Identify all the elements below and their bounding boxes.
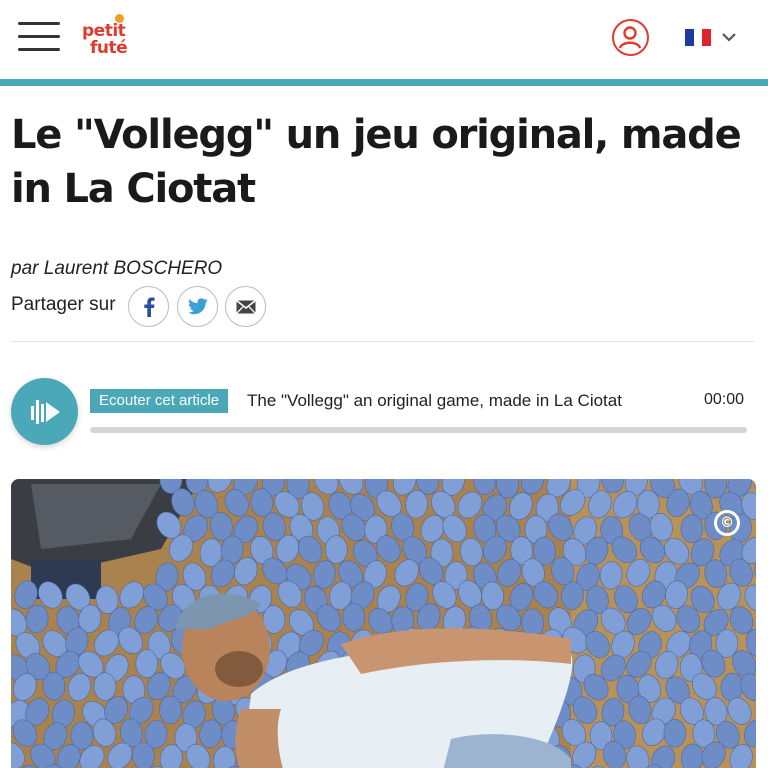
audio-wave-play-icon [30,399,60,424]
audio-timestamp: 00:00 [704,391,745,408]
share-twitter-button[interactable] [177,286,218,327]
email-icon [235,299,256,314]
hamburger-menu-icon[interactable] [18,22,60,52]
photo-egg [135,649,159,678]
french-flag-icon [685,29,712,46]
header-accent-bar [0,79,768,86]
audio-progress-bar[interactable] [90,427,747,433]
facebook-icon [143,297,155,317]
photo-egg [159,695,182,725]
petit-fute-logo[interactable]: petit futé [82,14,138,62]
twitter-icon [187,298,208,315]
photo-man-lying-on-blue-eggs [11,479,756,768]
photo-egg [325,535,348,564]
audio-play-button[interactable] [11,378,78,445]
share-facebook-button[interactable] [128,286,169,327]
listen-article-badge: Ecouter cet article [90,389,229,413]
byline-prefix: par [11,258,39,279]
photo-egg [663,718,687,748]
user-account-icon[interactable] [612,19,649,56]
site-header: petit futé [0,0,768,80]
language-selector[interactable] [685,28,739,48]
article-photo[interactable]: © [11,479,756,768]
copyright-icon[interactable]: © [714,510,740,536]
audio-track-title: The "Vollegg" an original game, made in … [247,391,622,410]
share-label: Partager sur [11,294,116,315]
article-byline: par Laurent BOSCHERO [11,258,222,280]
chevron-down-icon [722,33,736,42]
author-name[interactable]: Laurent BOSCHERO [44,258,222,279]
section-divider [11,341,755,342]
share-email-button[interactable] [225,286,266,327]
article-title: Le "Vollegg" un jeu original, made in La… [11,112,742,212]
logo-text-line2: futé [90,38,128,58]
